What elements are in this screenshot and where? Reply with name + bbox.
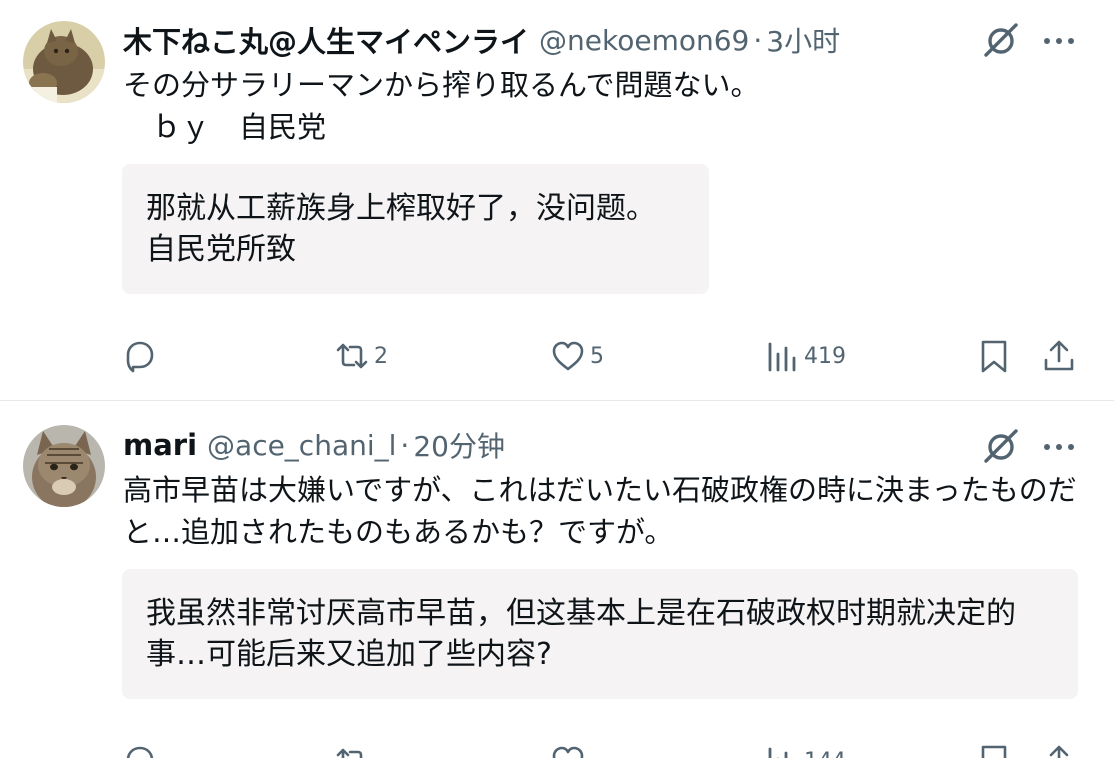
reply-button[interactable]: [122, 334, 162, 378]
reply-button[interactable]: [122, 739, 162, 758]
view-count: 144: [804, 749, 846, 758]
display-name[interactable]: mari: [123, 428, 197, 462]
reply-icon: [126, 341, 154, 373]
views-button[interactable]: 144: [764, 739, 846, 758]
translation-box: 那就从工薪族身上榨取好了，没问题。 自民党所致: [122, 164, 709, 294]
grok-icon[interactable]: [980, 20, 1022, 62]
action-bar: 144: [0, 739, 1114, 758]
post-1[interactable]: 木下ねこ丸@人生マイペンライ @nekoemon69 · 3小时 その分サラリー…: [0, 0, 1114, 400]
views-icon: [768, 342, 796, 372]
avatar[interactable]: [23, 21, 105, 103]
reply-icon: [126, 746, 154, 758]
user-handle[interactable]: @ace_chani_l: [207, 429, 396, 462]
share-button[interactable]: [1041, 334, 1077, 378]
separator-dot: ·: [400, 428, 410, 462]
avatar-cat-photo: [23, 425, 105, 507]
bookmark-icon: [981, 745, 1007, 758]
user-handle[interactable]: @nekoemon69: [539, 24, 749, 57]
post-time[interactable]: 20分钟: [413, 425, 505, 465]
view-count: 419: [804, 343, 846, 369]
repost-button[interactable]: [334, 739, 374, 758]
like-icon: [552, 341, 584, 371]
repost-icon: [336, 748, 363, 758]
bookmark-button[interactable]: [976, 739, 1012, 758]
repost-button[interactable]: 2: [334, 334, 388, 378]
bookmark-button[interactable]: [976, 334, 1012, 378]
post-2[interactable]: mari @ace_chani_l · 20分钟 高市早苗は大嫌いですが、これは…: [0, 401, 1114, 758]
translation-text: 我虽然非常讨厌高市早苗，但这基本上是在石破政权时期就决定的事…可能后来又追加了些…: [146, 596, 1016, 672]
action-bar: 2 5 419: [0, 334, 1114, 378]
views-button[interactable]: 419: [764, 334, 846, 378]
more-options-icon[interactable]: [1038, 20, 1080, 62]
bookmark-icon: [981, 340, 1007, 373]
post-header: mari @ace_chani_l · 20分钟: [123, 425, 505, 465]
repost-count: 2: [374, 343, 388, 369]
share-icon: [1044, 340, 1074, 371]
like-button[interactable]: [550, 739, 590, 758]
grok-icon[interactable]: [980, 426, 1022, 468]
repost-icon: [336, 343, 368, 369]
more-options-icon[interactable]: [1038, 426, 1080, 468]
avatar-cat-photo: [23, 21, 105, 103]
views-icon: [768, 747, 788, 758]
like-icon: [552, 746, 584, 758]
share-icon: [1049, 745, 1069, 758]
separator-dot: ·: [753, 23, 763, 57]
post-text: その分サラリーマンから搾り取るんで問題ない。 ｂｙ 自民党: [123, 68, 760, 144]
avatar[interactable]: [23, 425, 105, 507]
post-text: 高市早苗は大嫌いですが、これはだいたい石破政権の時に決まったものだと…追加された…: [123, 473, 1077, 549]
translation-text: 那就从工薪族身上榨取好了，没问题。 自民党所致: [146, 191, 656, 267]
post-time[interactable]: 3小时: [766, 20, 840, 60]
like-count: 5: [590, 343, 604, 369]
translation-box: 我虽然非常讨厌高市早苗，但这基本上是在石破政权时期就决定的事…可能后来又追加了些…: [122, 569, 1078, 699]
display-name[interactable]: 木下ねこ丸@人生マイペンライ: [123, 19, 529, 61]
share-button[interactable]: [1041, 739, 1077, 758]
post-header: 木下ねこ丸@人生マイペンライ @nekoemon69 · 3小时: [123, 20, 840, 60]
like-button[interactable]: 5: [550, 334, 604, 378]
